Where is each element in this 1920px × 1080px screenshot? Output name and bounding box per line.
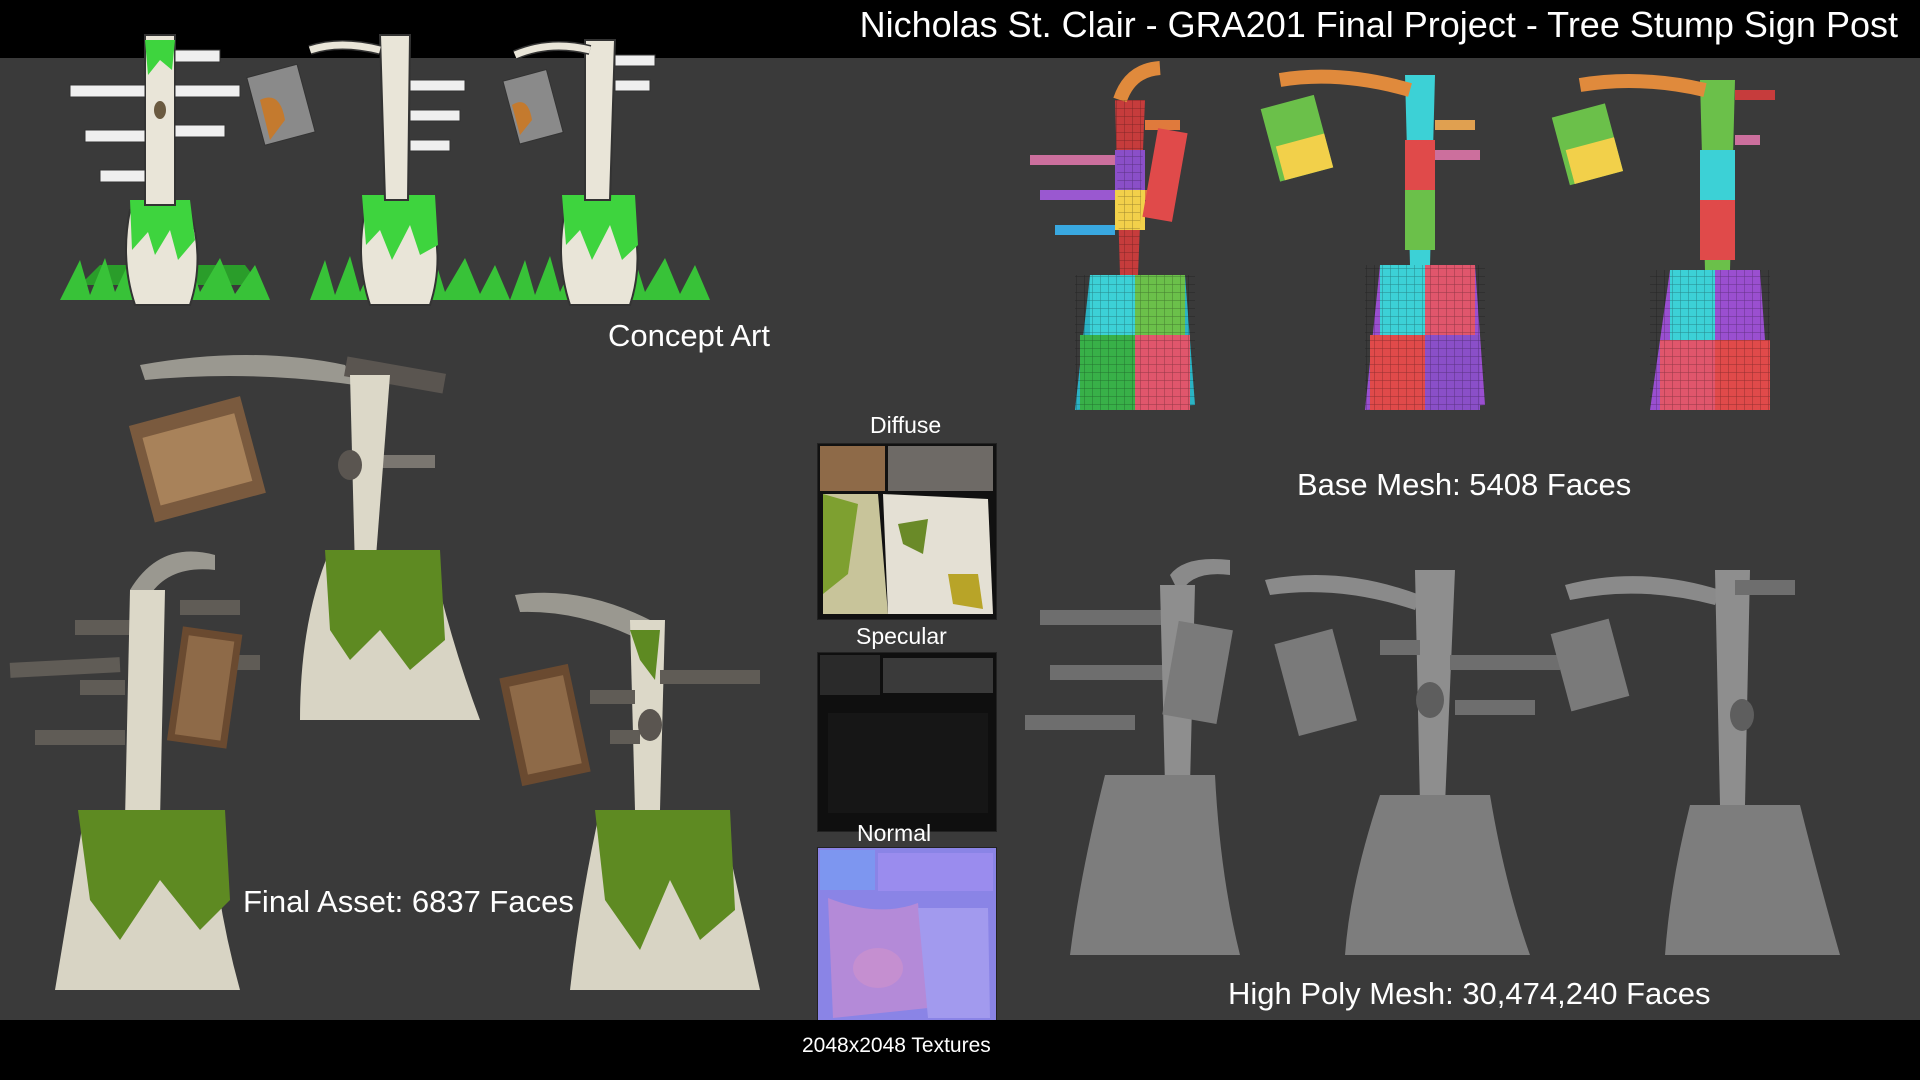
high-poly-side xyxy=(1265,570,1560,955)
final-asset-label: Final Asset: 6837 Faces xyxy=(243,884,574,919)
texture-resolution-caption: 2048x2048 Textures xyxy=(802,1034,991,1057)
final-asset-front xyxy=(9,551,260,990)
base-mesh-group xyxy=(1030,61,1775,410)
concept-sketch-front xyxy=(60,34,270,306)
high-poly-back xyxy=(1550,570,1840,955)
normal-texture xyxy=(817,847,997,1025)
concept-sketch-side xyxy=(246,34,510,306)
high-poly-group xyxy=(1025,559,1840,955)
specular-texture xyxy=(817,652,997,832)
base-mesh-front xyxy=(1030,61,1195,410)
high-poly-label: High Poly Mesh: 30,474,240 Faces xyxy=(1228,976,1711,1011)
base-mesh-side xyxy=(1260,69,1485,410)
page-title: Nicholas St. Clair - GRA201 Final Projec… xyxy=(859,4,1898,45)
final-asset-side xyxy=(499,592,760,990)
high-poly-front xyxy=(1025,559,1240,955)
diffuse-texture xyxy=(817,443,997,620)
base-mesh-label: Base Mesh: 5408 Faces xyxy=(1297,467,1632,502)
specular-label: Specular xyxy=(856,623,947,649)
concept-sketch-back xyxy=(502,39,710,306)
base-mesh-back xyxy=(1551,74,1775,410)
normal-label: Normal xyxy=(857,820,932,846)
diffuse-label: Diffuse xyxy=(870,412,942,438)
concept-art-group xyxy=(60,34,710,306)
